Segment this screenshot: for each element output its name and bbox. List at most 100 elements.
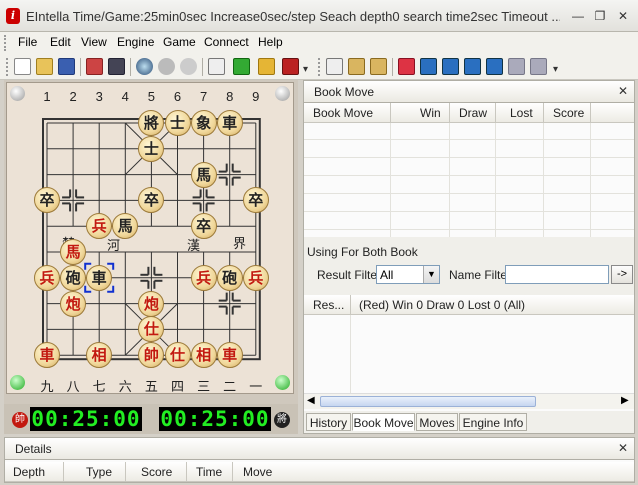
red-piece[interactable]: 炮	[138, 290, 165, 317]
corner-knob-icon	[275, 375, 290, 390]
red-piece[interactable]: 車	[34, 342, 60, 369]
red-piece[interactable]: 兵	[34, 264, 60, 291]
flag-icon[interactable]	[282, 58, 299, 75]
apply-filter-button[interactable]: ->	[611, 265, 633, 284]
column-header[interactable]: Lost	[510, 106, 533, 120]
window-title: EIntella Time/Game:25min0sec Increase0se…	[26, 9, 560, 24]
book-source-label: Using For Both Book	[307, 245, 418, 259]
rewind-icon[interactable]	[442, 58, 459, 75]
lock-icon[interactable]	[258, 58, 275, 75]
menu-grip[interactable]	[4, 35, 7, 51]
last-icon[interactable]	[530, 58, 547, 75]
menu-edit[interactable]: Edit	[50, 35, 71, 49]
scroll-left-icon[interactable]: ◀	[307, 395, 315, 406]
tab-history[interactable]: History	[306, 413, 351, 431]
next-icon[interactable]	[486, 58, 503, 75]
tab-book-move[interactable]: Book Move	[352, 413, 415, 431]
black-piece[interactable]: 馬	[190, 161, 217, 188]
menu-file[interactable]: File	[18, 35, 37, 49]
panel-tabs: History Book Move Moves Engine Info	[304, 411, 634, 433]
menu-engine[interactable]: Engine	[117, 35, 154, 49]
save-icon[interactable]	[58, 58, 75, 75]
toolbar-overflow-chevron-icon[interactable]: ▾	[303, 64, 308, 75]
stop-icon[interactable]	[158, 58, 175, 75]
toolbar-separator	[80, 58, 81, 76]
maximize-button[interactable]: ❐	[590, 8, 610, 24]
column-header[interactable]: Move	[243, 465, 272, 479]
tab-engine-info[interactable]: Engine Info	[459, 413, 527, 431]
paste-special-icon[interactable]	[370, 58, 387, 75]
menu-view[interactable]: View	[81, 35, 107, 49]
black-piece[interactable]: 車	[216, 110, 243, 136]
scroll-right-icon[interactable]: ▶	[621, 395, 629, 406]
toolbar-separator	[130, 58, 131, 76]
notes-icon[interactable]	[208, 58, 225, 75]
column-header[interactable]: (Red) Win 0 Draw 0 Lost 0 (All)	[359, 298, 525, 312]
xiangqi-board[interactable]: 123456789 九八七六五四三二一 楚 河 漢 界 將士象車士馬卒卒卒兵馬卒…	[6, 82, 294, 394]
menu-connect[interactable]: Connect	[204, 35, 249, 49]
scrollbar-thumb[interactable]	[320, 396, 536, 407]
paste-icon[interactable]	[348, 58, 365, 75]
column-header[interactable]: Res...	[313, 298, 344, 312]
search-icon[interactable]	[136, 58, 153, 75]
name-filter-input[interactable]	[505, 265, 609, 284]
copy-icon[interactable]	[326, 58, 343, 75]
column-header[interactable]: Time	[196, 465, 222, 479]
result-filter-select[interactable]: All ▼	[376, 265, 440, 284]
column-header[interactable]: Score	[141, 465, 172, 479]
filter-area: Using For Both Book Result Filter All ▼ …	[304, 237, 634, 295]
monitor-icon[interactable]	[108, 58, 125, 75]
column-header[interactable]: Win	[420, 106, 441, 120]
results-table-body[interactable]	[304, 315, 634, 393]
new-icon[interactable]	[14, 58, 31, 75]
red-piece[interactable]: 馬	[60, 239, 87, 265]
open-icon[interactable]	[36, 58, 53, 75]
menu-bar: File Edit View Engine Game Connect Help	[0, 32, 638, 54]
horizontal-scrollbar[interactable]: ◀ ▶	[304, 393, 634, 409]
print-icon[interactable]	[86, 58, 103, 75]
black-piece[interactable]: 士	[138, 135, 165, 162]
prev-icon[interactable]	[464, 58, 481, 75]
red-piece[interactable]: 仕	[164, 342, 191, 369]
column-header[interactable]: Depth	[13, 465, 45, 479]
first-icon[interactable]	[420, 58, 437, 75]
chevron-down-icon[interactable]: ▼	[423, 266, 439, 283]
black-piece[interactable]: 卒	[242, 187, 269, 214]
refresh-icon[interactable]	[180, 58, 197, 75]
column-header[interactable]: Draw	[459, 106, 487, 120]
column-number: 四	[170, 379, 184, 394]
column-header[interactable]: Score	[553, 106, 584, 120]
book-move-table-header: Book Move Win Draw Lost Score	[304, 103, 634, 123]
minimize-button[interactable]: —	[568, 8, 588, 24]
book-move-table-body[interactable]	[304, 123, 634, 237]
black-piece[interactable]: 象	[190, 110, 217, 136]
column-header[interactable]: Book Move	[313, 106, 373, 120]
toolbar-overflow-chevron-icon[interactable]: ▾	[553, 64, 558, 75]
menu-game[interactable]: Game	[163, 35, 196, 49]
move-icon[interactable]	[233, 58, 250, 75]
red-piece[interactable]: 車	[216, 342, 243, 369]
book-move-panel: Book Move ✕ Book Move Win Draw Lost Scor…	[303, 80, 635, 434]
close-icon[interactable]: ✕	[618, 84, 628, 98]
close-button[interactable]: ✕	[613, 8, 633, 24]
toolbar-grip[interactable]	[6, 58, 8, 76]
black-piece[interactable]: 車	[86, 264, 113, 291]
close-icon[interactable]: ✕	[618, 441, 628, 455]
red-piece[interactable]: 兵	[190, 264, 217, 291]
column-header[interactable]: Type	[86, 465, 112, 479]
black-piece[interactable]: 砲	[216, 264, 243, 291]
column-number: 8	[226, 89, 234, 104]
menu-help[interactable]: Help	[258, 35, 283, 49]
red-piece[interactable]: 炮	[60, 290, 87, 317]
red-piece[interactable]: 相	[190, 342, 217, 369]
black-piece[interactable]: 士	[164, 110, 191, 136]
forward-icon[interactable]	[508, 58, 525, 75]
red-piece[interactable]: 兵	[242, 264, 269, 291]
toolbar-grip[interactable]	[318, 58, 320, 76]
column-number: 5	[147, 89, 155, 104]
undo-icon[interactable]	[398, 58, 415, 75]
panel-header: Details ✕	[5, 438, 634, 460]
black-piece[interactable]: 卒	[190, 213, 217, 240]
tab-moves[interactable]: Moves	[416, 413, 458, 431]
black-piece[interactable]: 砲	[60, 264, 87, 291]
